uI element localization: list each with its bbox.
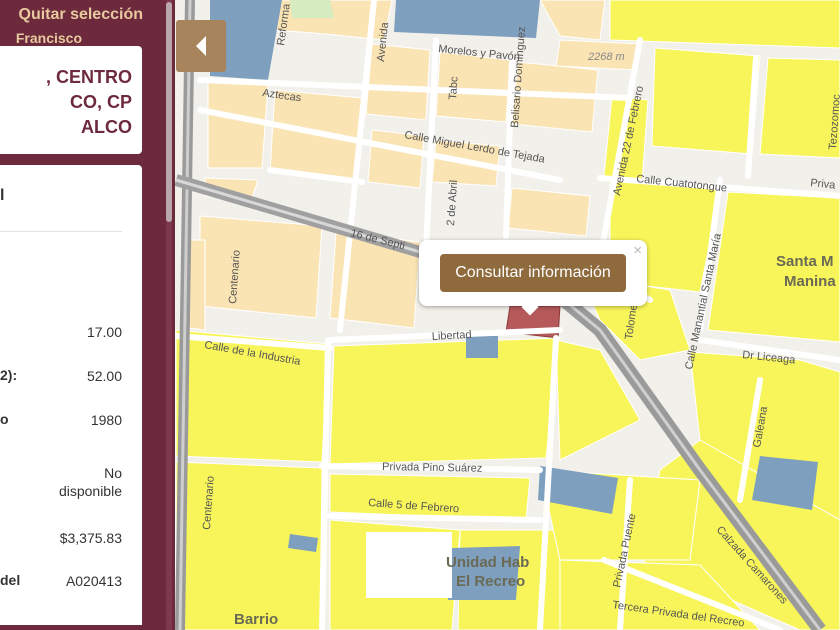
info-row-label: o [0,411,9,427]
info-row-value: A020413 [65,573,122,589]
info-row-value: No disponible [58,465,122,499]
street-subtitle: Francisco [15,30,82,46]
info-divider [0,231,122,232]
property-info-card: l 17.00 2): 52.00 o 1980 No disponible $… [0,165,142,625]
address-line-3: ALCO [81,117,132,137]
close-icon[interactable]: × [633,243,642,258]
parcel-popup: × Consultar información [419,240,647,316]
clear-selection-link[interactable]: Quitar selección [0,6,144,24]
area-label-unidad-1: Unidad Hab [446,554,529,571]
info-row-value: 17.00 [86,324,122,340]
open-space-block [366,532,452,598]
property-panel: Quitar selección Francisco , CENTRO CO, … [0,0,175,630]
info-row-value: 52.00 [86,368,122,384]
info-row-label: 2): [0,367,18,383]
address-line-2: CO, CP [69,92,132,112]
street-label-tabasco: Tabc [447,76,461,101]
area-label-santa-2: Manina [784,273,836,290]
info-row-label: del [0,572,21,588]
street-label-libertad: Libertad [432,329,472,343]
area-label-unidad-2: El Recreo [456,573,525,590]
panel-scroll-thumb[interactable] [166,2,172,222]
info-row-value: 1980 [90,412,122,428]
area-label-measure: 2268 m [587,51,625,63]
info-heading: l [0,187,5,204]
chevron-left-icon [196,36,206,56]
collapse-panel-button[interactable] [176,20,226,72]
consult-info-button[interactable]: Consultar información [440,254,626,292]
area-label-barrio: Barrio [234,611,278,628]
area-label-santa-1: Santa M [776,253,834,270]
info-row-value: $3,375.83 [59,530,122,546]
park-block [290,0,334,18]
address-line-1: , CENTRO [45,67,132,87]
address-card: , CENTRO CO, CP ALCO [0,46,142,154]
street-label-pino-suarez: Privada Pino Suárez [382,461,482,475]
